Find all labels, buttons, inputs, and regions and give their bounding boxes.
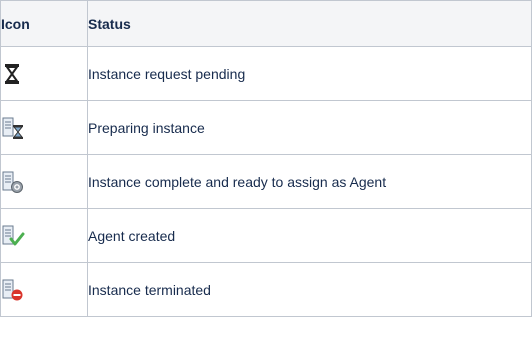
table-row: Agent created xyxy=(0,208,532,263)
server-check-icon xyxy=(1,224,25,248)
status-cell: Preparing instance xyxy=(87,100,532,155)
icon-cell xyxy=(0,208,88,263)
status-table: Icon Status Instance request pending Pre… xyxy=(0,0,532,317)
icon-cell xyxy=(0,100,88,155)
hourglass-icon xyxy=(1,62,25,86)
server-stop-icon xyxy=(1,278,25,302)
status-cell: Agent created xyxy=(87,208,532,263)
status-cell: Instance request pending xyxy=(87,46,532,101)
server-hourglass-icon xyxy=(1,116,25,140)
icon-cell xyxy=(0,262,88,317)
table-row: Preparing instance xyxy=(0,100,532,155)
status-cell: Instance terminated xyxy=(87,262,532,317)
table-row: Instance complete and ready to assign as… xyxy=(0,154,532,209)
icon-cell xyxy=(0,46,88,101)
header-icon: Icon xyxy=(0,0,88,47)
header-status: Status xyxy=(87,0,532,47)
icon-cell xyxy=(0,154,88,209)
table-row: Instance request pending xyxy=(0,46,532,101)
server-pending-icon xyxy=(1,170,25,194)
status-cell: Instance complete and ready to assign as… xyxy=(87,154,532,209)
table-row: Instance terminated xyxy=(0,262,532,317)
table-header-row: Icon Status xyxy=(0,0,532,47)
